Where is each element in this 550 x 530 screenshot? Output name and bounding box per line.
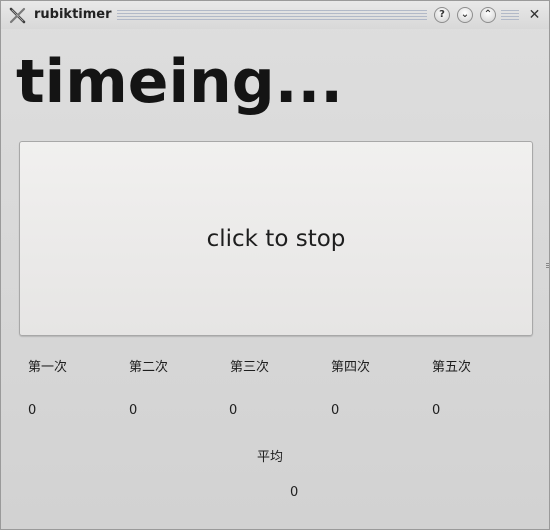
help-icon: ? — [439, 9, 445, 20]
trial-3-label: 第三次 — [230, 360, 270, 375]
window-title: rubiktimer — [34, 7, 112, 22]
stop-button[interactable]: click to stop — [19, 141, 533, 336]
trial-5-value: 0 — [432, 403, 441, 418]
title-bar[interactable]: rubiktimer ? ⌄ ⌃ ✕ — [1, 1, 549, 29]
trial-2-label: 第二次 — [129, 360, 169, 375]
title-bar-decoration-right — [501, 10, 519, 22]
average-value: 0 — [290, 485, 299, 500]
trial-4-label: 第四次 — [331, 360, 371, 375]
help-button[interactable]: ? — [434, 7, 450, 23]
resize-grip-icon[interactable] — [546, 263, 549, 269]
timer-status-heading: timeing... — [16, 47, 344, 117]
trial-4-value: 0 — [331, 403, 340, 418]
rubik-x-icon — [9, 7, 26, 24]
close-button[interactable]: ✕ — [526, 7, 543, 24]
trial-5-label: 第五次 — [432, 360, 472, 375]
maximize-button[interactable]: ⌃ — [480, 7, 496, 23]
minimize-button[interactable]: ⌄ — [457, 7, 473, 23]
trial-1-value: 0 — [28, 403, 37, 418]
trial-3-value: 0 — [229, 403, 238, 418]
average-label: 平均 — [257, 450, 284, 465]
chevron-down-icon: ⌄ — [460, 9, 470, 20]
close-icon: ✕ — [528, 7, 541, 23]
chevron-up-icon: ⌃ — [483, 9, 493, 20]
title-bar-decoration — [117, 10, 427, 22]
trial-1-label: 第一次 — [28, 360, 68, 375]
stop-button-label: click to stop — [206, 225, 346, 252]
trial-2-value: 0 — [129, 403, 138, 418]
main-window: rubiktimer ? ⌄ ⌃ ✕ timeing... click to s… — [0, 0, 550, 530]
